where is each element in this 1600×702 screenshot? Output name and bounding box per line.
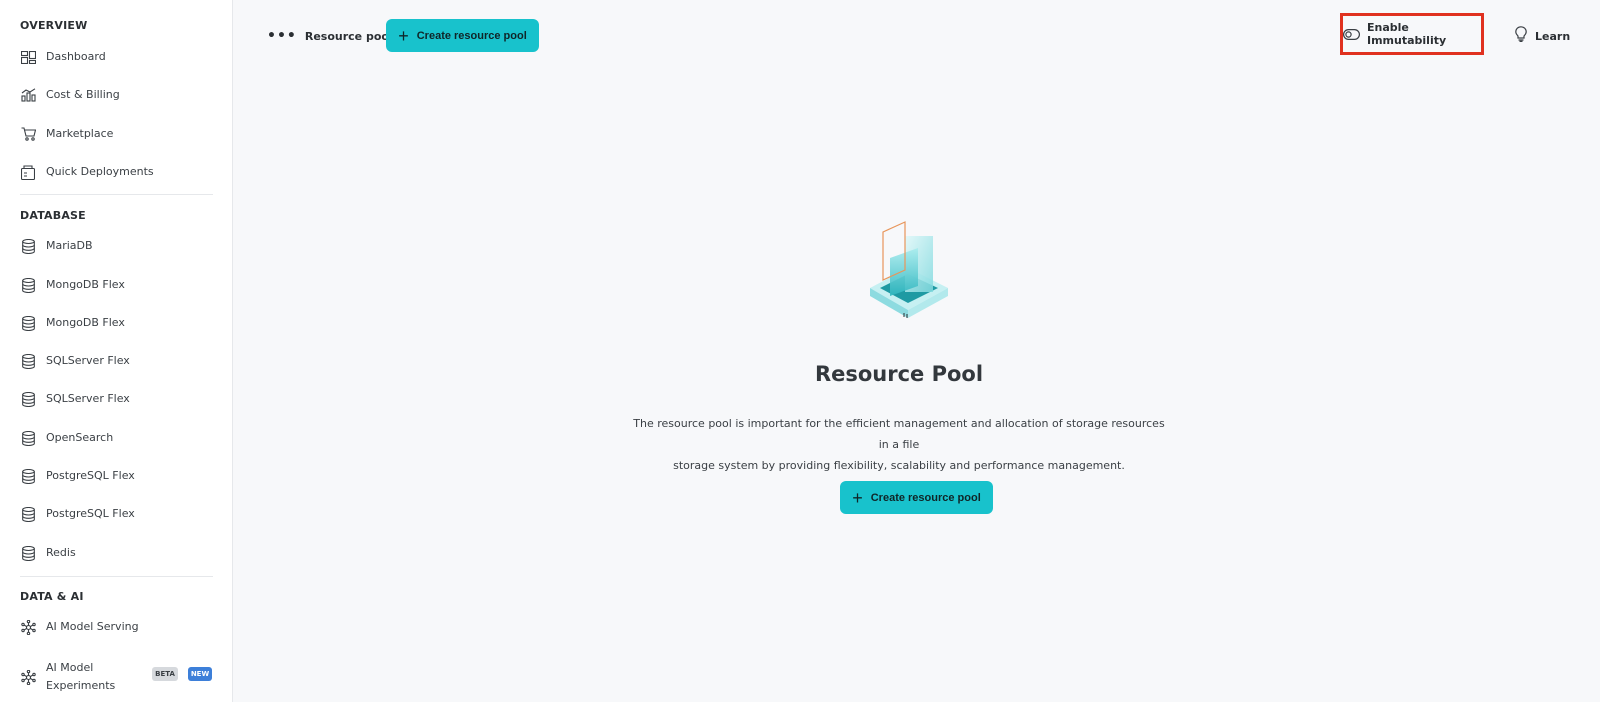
cart-icon <box>20 126 36 142</box>
sidebar-item-label: Dashboard <box>46 50 106 63</box>
sidebar-item-label: AI Model Serving <box>46 620 139 633</box>
new-badge: NEW <box>188 667 212 681</box>
sidebar-item-label: AI Model Experiments <box>46 659 115 695</box>
lightbulb-icon <box>1515 26 1527 46</box>
database-icon <box>20 353 36 369</box>
beta-badge: BETA <box>152 667 178 681</box>
sidebar-item-label: MariaDB <box>46 239 93 252</box>
resource-pool-menu-label: Resource pool <box>304 29 393 43</box>
empty-state-title: Resource Pool <box>814 362 984 386</box>
package-icon <box>20 164 36 180</box>
sidebar-item-postgresql-flex[interactable]: PostgreSQL Flex <box>0 459 232 493</box>
dashboard-icon <box>20 49 36 65</box>
plus-icon: + <box>398 25 409 46</box>
create-resource-pool-button[interactable]: + Create resource pool <box>386 19 539 52</box>
database-icon <box>20 315 36 331</box>
database-icon <box>20 277 36 293</box>
sidebar-item-marketplace[interactable]: Marketplace <box>0 117 232 151</box>
resource-pool-menu-button[interactable]: ••• Resource pool <box>267 24 393 48</box>
main-content: ••• Resource pool + Create resource pool… <box>233 0 1600 702</box>
sidebar-item-sqlserver-flex[interactable]: SQLServer Flex <box>0 344 232 378</box>
enable-immutability-label: Enable Immutability <box>1367 21 1447 47</box>
empty-state-create-label: Create resource pool <box>870 491 981 504</box>
database-icon <box>20 545 36 561</box>
sidebar-item-mongodb-flex[interactable]: MongoDB Flex <box>0 306 232 340</box>
sidebar-item-opensearch[interactable]: OpenSearch <box>0 421 232 455</box>
sidebar-item-postgresql-flex[interactable]: PostgreSQL Flex <box>0 497 232 531</box>
sidebar-item-label: SQLServer Flex <box>46 392 130 405</box>
sidebar-item-label: MongoDB Flex <box>46 316 125 329</box>
database-icon <box>20 506 36 522</box>
empty-state-create-resource-pool-button[interactable]: + Create resource pool <box>840 481 993 514</box>
section-title-overview: OVERVIEW <box>20 19 88 32</box>
database-icon <box>20 430 36 446</box>
chart-icon <box>20 87 36 103</box>
sidebar-item-label: Quick Deployments <box>46 165 154 178</box>
sidebar-item-quick-deployments[interactable]: Quick Deployments <box>0 155 232 189</box>
sidebar-divider <box>20 194 213 195</box>
sidebar-item-label: Cost & Billing <box>46 88 120 101</box>
database-icon <box>20 391 36 407</box>
resource-pool-illustration <box>870 221 948 318</box>
database-icon <box>20 238 36 254</box>
sidebar-item-cost-billing[interactable]: Cost & Billing <box>0 78 232 112</box>
sidebar-item-sqlserver-flex[interactable]: SQLServer Flex <box>0 382 232 416</box>
toggle-icon <box>1343 25 1361 44</box>
sidebar-item-label: OpenSearch <box>46 431 114 444</box>
sidebar-item-label: PostgreSQL Flex <box>46 469 135 482</box>
sidebar-item-ai-model-serving[interactable]: AI Model Serving <box>0 610 232 644</box>
sidebar-item-label-line1: AI Model <box>46 661 94 674</box>
empty-state-description-line1: The resource pool is important for the e… <box>633 417 1165 451</box>
plus-icon: + <box>852 487 863 508</box>
sidebar-item-label: PostgreSQL Flex <box>46 507 135 520</box>
sidebar-item-mongodb-flex[interactable]: MongoDB Flex <box>0 268 232 302</box>
section-title-data-ai: DATA & AI <box>20 590 84 603</box>
create-resource-pool-label: Create resource pool <box>416 29 527 42</box>
learn-button[interactable]: Learn <box>1515 24 1570 48</box>
more-icon: ••• <box>267 28 297 44</box>
sidebar-item-mariadb[interactable]: MariaDB <box>0 229 232 263</box>
sidebar-item-label: SQLServer Flex <box>46 354 130 367</box>
sidebar-item-label-line2: Experiments <box>46 679 116 692</box>
learn-label: Learn <box>1535 29 1571 43</box>
sidebar-item-dashboard[interactable]: Dashboard <box>0 40 232 74</box>
sidebar-item-label: MongoDB Flex <box>46 278 125 291</box>
sidebar-item-redis[interactable]: Redis <box>0 536 232 570</box>
sidebar: OVERVIEW Dashboard Cost & Billing Market… <box>0 0 233 702</box>
sidebar-item-label: Redis <box>46 546 76 559</box>
ai-icon <box>20 619 36 635</box>
enable-immutability-button[interactable]: Enable Immutability <box>1340 13 1484 55</box>
sidebar-item-label: Marketplace <box>46 127 114 140</box>
section-title-database: DATABASE <box>20 209 86 222</box>
database-icon <box>20 468 36 484</box>
empty-state-description: The resource pool is important for the e… <box>633 413 1165 476</box>
sidebar-divider <box>20 576 213 577</box>
empty-state-description-line2: storage system by providing flexibility,… <box>673 459 1125 472</box>
ai-icon <box>20 669 36 685</box>
